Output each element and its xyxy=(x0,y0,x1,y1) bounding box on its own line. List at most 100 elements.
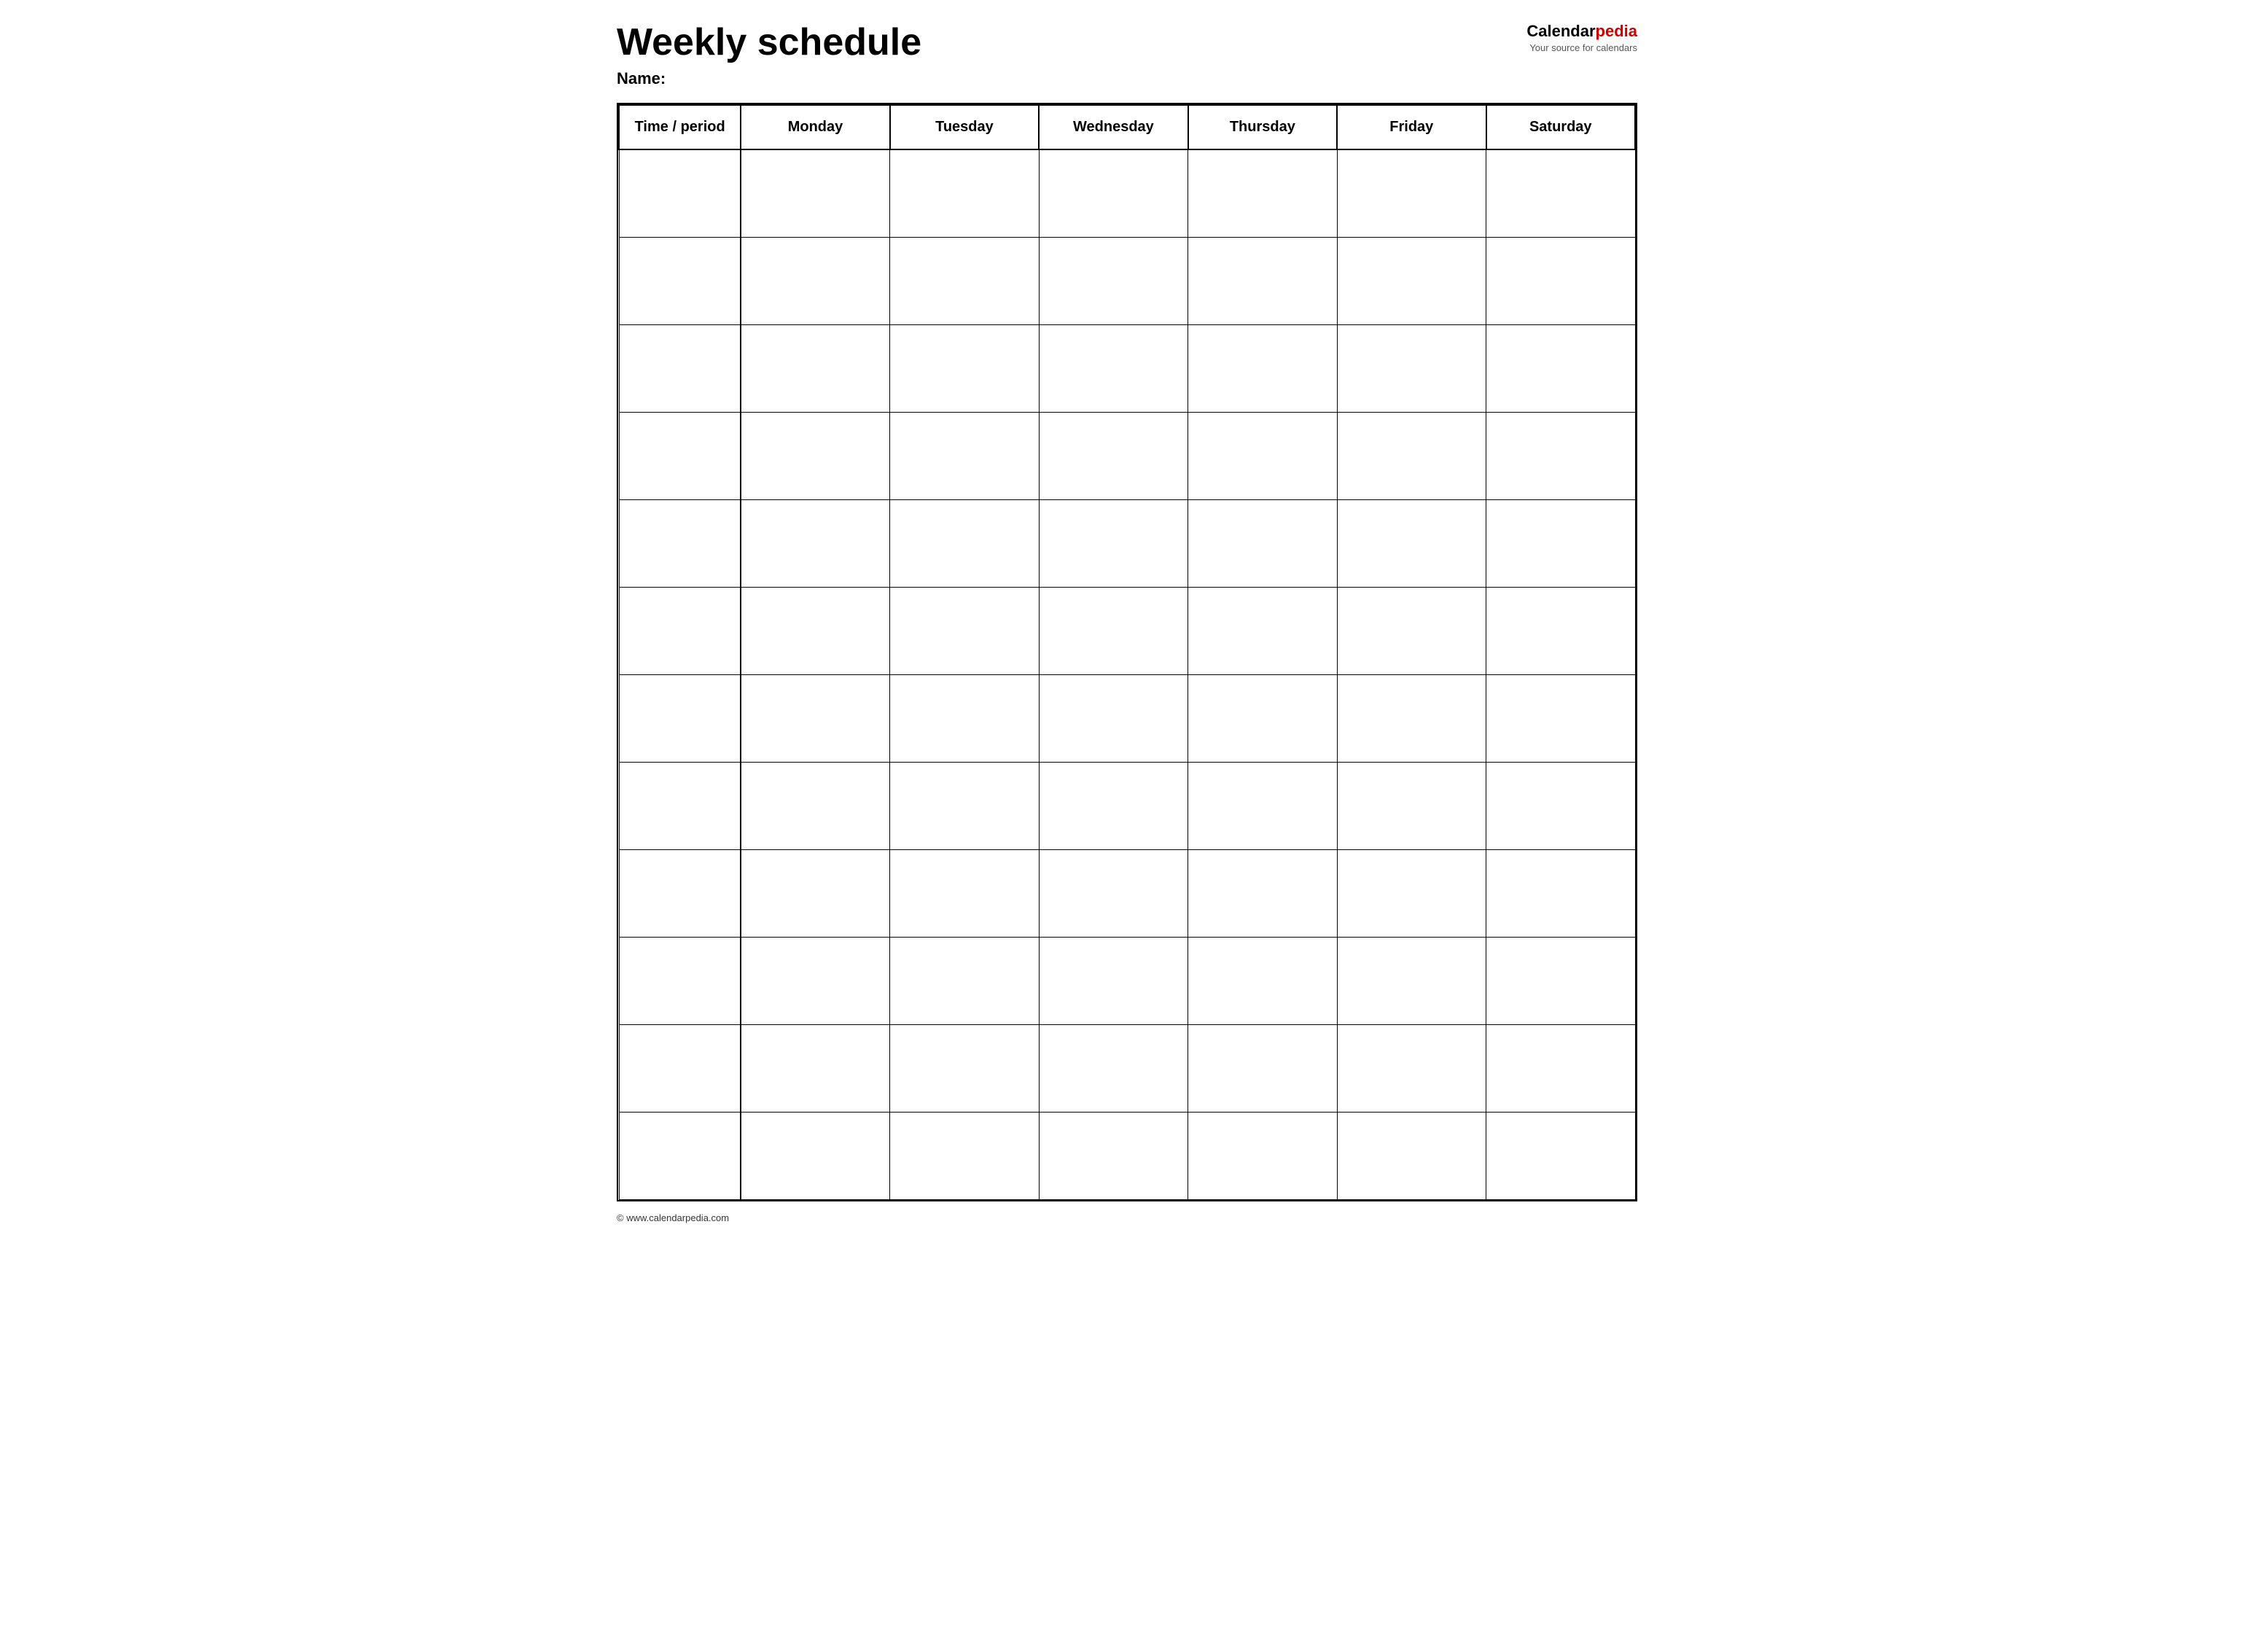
schedule-cell[interactable] xyxy=(1337,324,1486,412)
schedule-cell[interactable] xyxy=(1188,937,1337,1024)
time-cell[interactable] xyxy=(619,849,741,937)
schedule-cell[interactable] xyxy=(741,674,889,762)
schedule-cell[interactable] xyxy=(890,762,1039,849)
table-header-row: Time / period Monday Tuesday Wednesday T… xyxy=(619,105,1635,149)
col-header-tuesday: Tuesday xyxy=(890,105,1039,149)
table-row xyxy=(619,499,1635,587)
time-cell[interactable] xyxy=(619,674,741,762)
schedule-cell[interactable] xyxy=(890,674,1039,762)
schedule-cell[interactable] xyxy=(1188,1112,1337,1199)
schedule-cell[interactable] xyxy=(741,587,889,674)
schedule-cell[interactable] xyxy=(741,849,889,937)
schedule-cell[interactable] xyxy=(1039,149,1188,237)
schedule-cell[interactable] xyxy=(890,849,1039,937)
schedule-cell[interactable] xyxy=(741,1112,889,1199)
schedule-cell[interactable] xyxy=(1337,937,1486,1024)
schedule-cell[interactable] xyxy=(1337,149,1486,237)
schedule-cell[interactable] xyxy=(890,324,1039,412)
schedule-cell[interactable] xyxy=(1039,762,1188,849)
schedule-cell[interactable] xyxy=(1337,849,1486,937)
schedule-cell[interactable] xyxy=(1188,149,1337,237)
schedule-cell[interactable] xyxy=(1039,587,1188,674)
col-header-monday: Monday xyxy=(741,105,889,149)
schedule-cell[interactable] xyxy=(1188,237,1337,324)
time-cell[interactable] xyxy=(619,587,741,674)
schedule-cell[interactable] xyxy=(1486,149,1635,237)
schedule-cell[interactable] xyxy=(1486,1112,1635,1199)
schedule-cell[interactable] xyxy=(890,937,1039,1024)
schedule-cell[interactable] xyxy=(1337,587,1486,674)
schedule-cell[interactable] xyxy=(1486,674,1635,762)
schedule-cell[interactable] xyxy=(1337,412,1486,499)
schedule-cell[interactable] xyxy=(741,149,889,237)
schedule-cell[interactable] xyxy=(1039,674,1188,762)
schedule-cell[interactable] xyxy=(1486,499,1635,587)
schedule-cell[interactable] xyxy=(1486,237,1635,324)
schedule-cell[interactable] xyxy=(1486,849,1635,937)
schedule-cell[interactable] xyxy=(1188,674,1337,762)
table-row xyxy=(619,149,1635,237)
schedule-cell[interactable] xyxy=(1188,762,1337,849)
schedule-cell[interactable] xyxy=(1039,324,1188,412)
time-cell[interactable] xyxy=(619,237,741,324)
schedule-cell[interactable] xyxy=(1337,674,1486,762)
schedule-cell[interactable] xyxy=(1188,1024,1337,1112)
schedule-cell[interactable] xyxy=(1188,499,1337,587)
time-cell[interactable] xyxy=(619,149,741,237)
schedule-cell[interactable] xyxy=(1486,937,1635,1024)
schedule-cell[interactable] xyxy=(890,587,1039,674)
schedule-cell[interactable] xyxy=(741,412,889,499)
schedule-cell[interactable] xyxy=(1039,237,1188,324)
schedule-cell[interactable] xyxy=(1039,937,1188,1024)
table-row xyxy=(619,674,1635,762)
schedule-cell[interactable] xyxy=(741,937,889,1024)
schedule-cell[interactable] xyxy=(741,237,889,324)
schedule-cell[interactable] xyxy=(1337,762,1486,849)
table-row xyxy=(619,1112,1635,1199)
schedule-cell[interactable] xyxy=(1486,1024,1635,1112)
schedule-cell[interactable] xyxy=(890,149,1039,237)
schedule-cell[interactable] xyxy=(1486,324,1635,412)
schedule-cell[interactable] xyxy=(1039,849,1188,937)
page-wrapper: Weekly schedule Name: Calendarpedia Your… xyxy=(617,22,1637,1223)
schedule-cell[interactable] xyxy=(1337,499,1486,587)
time-cell[interactable] xyxy=(619,762,741,849)
schedule-cell[interactable] xyxy=(1188,849,1337,937)
table-row xyxy=(619,1024,1635,1112)
schedule-cell[interactable] xyxy=(1039,1112,1188,1199)
table-row xyxy=(619,849,1635,937)
page-title: Weekly schedule xyxy=(617,22,1526,63)
schedule-cell[interactable] xyxy=(890,1112,1039,1199)
schedule-cell[interactable] xyxy=(741,762,889,849)
schedule-cell[interactable] xyxy=(1337,1112,1486,1199)
time-cell[interactable] xyxy=(619,412,741,499)
schedule-cell[interactable] xyxy=(1486,762,1635,849)
schedule-cell[interactable] xyxy=(1337,237,1486,324)
time-cell[interactable] xyxy=(619,324,741,412)
schedule-cell[interactable] xyxy=(1188,587,1337,674)
name-label: Name: xyxy=(617,69,1526,88)
schedule-cell[interactable] xyxy=(741,499,889,587)
schedule-cell[interactable] xyxy=(1039,499,1188,587)
title-section: Weekly schedule Name: xyxy=(617,22,1526,88)
time-cell[interactable] xyxy=(619,1024,741,1112)
schedule-cell[interactable] xyxy=(1337,1024,1486,1112)
schedule-cell[interactable] xyxy=(1188,412,1337,499)
time-cell[interactable] xyxy=(619,499,741,587)
time-cell[interactable] xyxy=(619,1112,741,1199)
schedule-cell[interactable] xyxy=(1486,412,1635,499)
schedule-cell[interactable] xyxy=(741,324,889,412)
schedule-cell[interactable] xyxy=(1039,412,1188,499)
time-cell[interactable] xyxy=(619,937,741,1024)
schedule-cell[interactable] xyxy=(1188,324,1337,412)
schedule-cell[interactable] xyxy=(890,1024,1039,1112)
schedule-cell[interactable] xyxy=(890,412,1039,499)
page-header: Weekly schedule Name: Calendarpedia Your… xyxy=(617,22,1637,88)
schedule-cell[interactable] xyxy=(890,499,1039,587)
schedule-cell[interactable] xyxy=(741,1024,889,1112)
table-row xyxy=(619,587,1635,674)
schedule-cell[interactable] xyxy=(890,237,1039,324)
col-header-thursday: Thursday xyxy=(1188,105,1337,149)
schedule-cell[interactable] xyxy=(1039,1024,1188,1112)
schedule-cell[interactable] xyxy=(1486,587,1635,674)
